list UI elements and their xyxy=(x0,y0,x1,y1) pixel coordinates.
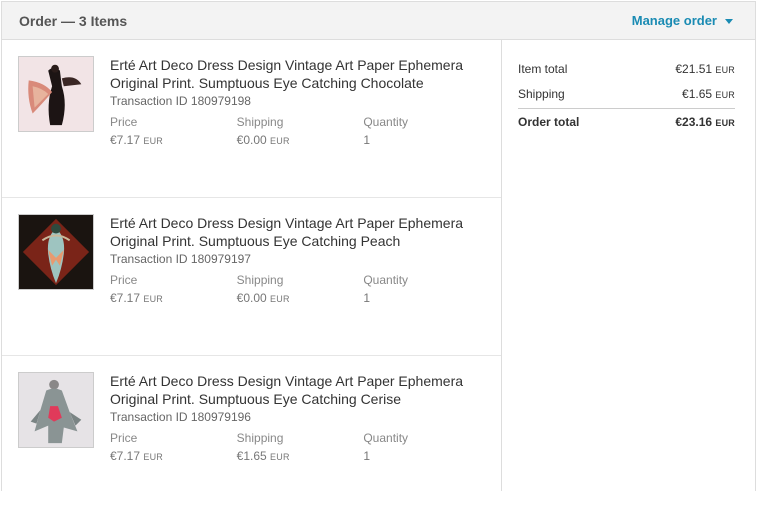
order-total-row: Order total €23.16 EUR xyxy=(518,109,735,135)
price-label: Price xyxy=(110,431,138,445)
shipping-amount: €1.65 xyxy=(236,449,267,463)
order-header: Order — 3 Items Manage order xyxy=(2,2,755,40)
item-thumbnail[interactable] xyxy=(18,214,94,290)
quantity-value: 1 xyxy=(363,133,371,147)
shipping-total-currency: EUR xyxy=(715,89,735,100)
price-column: Price €7.17 EUR xyxy=(110,429,237,466)
shipping-total-amount: €1.65 xyxy=(682,86,713,101)
art-print-peach-image[interactable] xyxy=(19,215,93,289)
shipping-value: €1.65 EUR xyxy=(237,447,364,466)
price-currency: EUR xyxy=(143,136,163,146)
price-currency: EUR xyxy=(143,294,163,304)
shipping-column: Shipping €0.00 EUR xyxy=(237,113,364,150)
order-item: Erté Art Deco Dress Design Vintage Art P… xyxy=(2,40,501,198)
shipping-total-value: €1.65 EUR xyxy=(682,87,735,101)
shipping-value: €0.00 EUR xyxy=(237,131,364,150)
caret-down-icon[interactable] xyxy=(725,18,733,24)
quantity-value: 1 xyxy=(363,449,371,463)
price-value: €7.17 EUR xyxy=(110,289,237,308)
shipping-currency: EUR xyxy=(270,452,290,462)
price-label: Price xyxy=(110,115,138,129)
price-column: Price €7.17 EUR xyxy=(110,113,237,150)
price-amount: €7.17 xyxy=(110,133,141,147)
shipping-column: Shipping €1.65 EUR xyxy=(237,429,364,466)
order-total-amount: €23.16 xyxy=(675,115,713,129)
order-panel: Order — 3 Items Manage order Erté Art De… xyxy=(1,1,756,491)
shipping-total-row: Shipping €1.65 EUR xyxy=(518,81,735,106)
item-info: Erté Art Deco Dress Design Vintage Art P… xyxy=(110,214,490,308)
price-amount: €7.17 xyxy=(110,449,141,463)
quantity-value: 1 xyxy=(363,291,371,305)
item-title-link[interactable]: Erté Art Deco Dress Design Vintage Art P… xyxy=(110,372,490,408)
shipping-value: €0.00 EUR xyxy=(237,289,364,308)
manage-order-dropdown[interactable]: Manage order xyxy=(632,13,733,28)
quantity-label: Quantity xyxy=(363,431,409,445)
item-thumbnail[interactable] xyxy=(18,56,94,132)
item-thumbnail[interactable] xyxy=(18,372,94,448)
order-item: Erté Art Deco Dress Design Vintage Art P… xyxy=(2,356,501,514)
price-value: €7.17 EUR xyxy=(110,447,237,466)
shipping-label: Shipping xyxy=(236,115,284,129)
shipping-amount: €0.00 xyxy=(236,291,267,305)
order-total-label: Order total xyxy=(518,115,580,129)
order-summary: Item total €21.51 EUR Shipping €1.65 EUR… xyxy=(502,40,755,491)
item-details: Price €7.17 EUR Shipping €0.00 EUR Quant… xyxy=(110,271,490,308)
quantity-column: Quantity 1 xyxy=(363,113,490,150)
shipping-currency: EUR xyxy=(270,136,290,146)
price-value: €7.17 EUR xyxy=(110,131,237,150)
shipping-label: Shipping xyxy=(236,431,284,445)
transaction-id: Transaction ID 180979196 xyxy=(110,410,251,424)
price-currency: EUR xyxy=(143,452,163,462)
order-title: Order — 3 Items xyxy=(19,12,128,29)
item-total-amount: €21.51 xyxy=(675,61,713,76)
item-details: Price €7.17 EUR Shipping €0.00 EUR Quant… xyxy=(110,113,490,150)
shipping-column: Shipping €0.00 EUR xyxy=(237,271,364,308)
item-info: Erté Art Deco Dress Design Vintage Art P… xyxy=(110,56,490,150)
item-total-row: Item total €21.51 EUR xyxy=(518,56,735,81)
order-total-value: €23.16 EUR xyxy=(675,115,735,129)
transaction-id: Transaction ID 180979197 xyxy=(110,252,251,266)
quantity-column: Quantity 1 xyxy=(363,271,490,308)
art-print-chocolate-image[interactable] xyxy=(19,57,93,131)
item-total-currency: EUR xyxy=(715,64,735,75)
item-title-link[interactable]: Erté Art Deco Dress Design Vintage Art P… xyxy=(110,56,490,92)
quantity-column: Quantity 1 xyxy=(363,429,490,466)
shipping-total-label: Shipping xyxy=(518,86,565,101)
item-title-link[interactable]: Erté Art Deco Dress Design Vintage Art P… xyxy=(110,214,490,250)
shipping-label: Shipping xyxy=(236,273,284,287)
order-items-list: Erté Art Deco Dress Design Vintage Art P… xyxy=(2,40,502,491)
item-details: Price €7.17 EUR Shipping €1.65 EUR Quant… xyxy=(110,429,490,466)
manage-order-label[interactable]: Manage order xyxy=(632,13,717,28)
shipping-currency: EUR xyxy=(270,294,290,304)
order-body: Erté Art Deco Dress Design Vintage Art P… xyxy=(2,40,755,491)
item-total-label: Item total xyxy=(518,61,568,76)
art-print-cerise-image[interactable] xyxy=(19,373,93,447)
item-total-value: €21.51 EUR xyxy=(675,62,735,76)
price-amount: €7.17 xyxy=(110,291,141,305)
order-item: Erté Art Deco Dress Design Vintage Art P… xyxy=(2,198,501,356)
quantity-label: Quantity xyxy=(363,115,409,129)
quantity-label: Quantity xyxy=(363,273,409,287)
transaction-id: Transaction ID 180979198 xyxy=(110,94,251,108)
price-column: Price €7.17 EUR xyxy=(110,271,237,308)
price-label: Price xyxy=(110,273,138,287)
item-info: Erté Art Deco Dress Design Vintage Art P… xyxy=(110,372,490,466)
order-total-currency: EUR xyxy=(715,118,735,128)
shipping-amount: €0.00 xyxy=(236,133,267,147)
